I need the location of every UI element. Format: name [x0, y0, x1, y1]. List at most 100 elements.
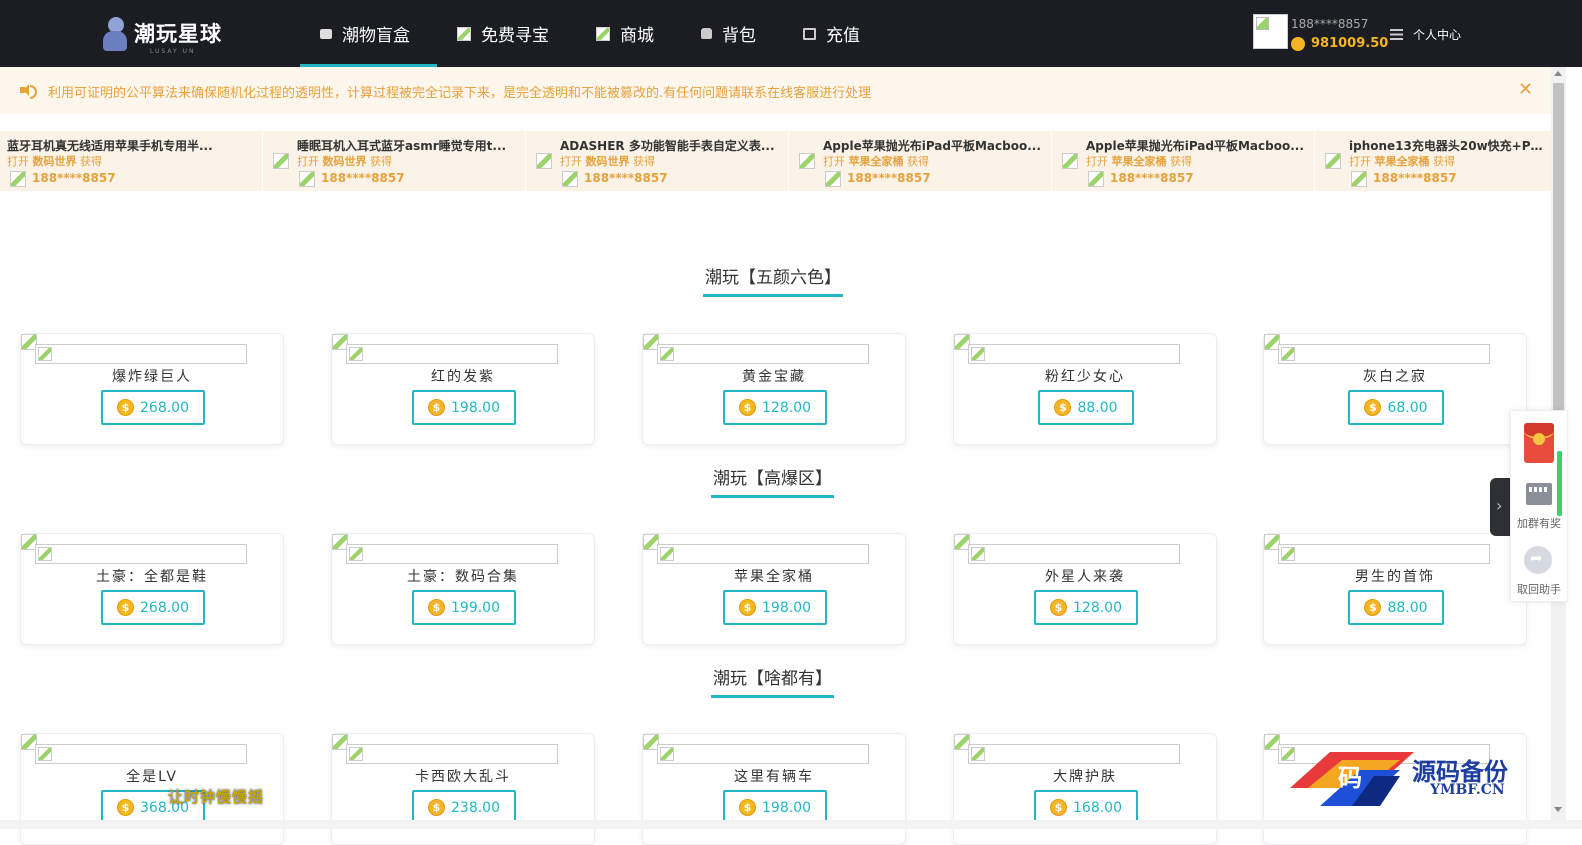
close-icon[interactable]: ✕ — [1518, 79, 1533, 100]
ticker-item[interactable]: iphone13充电器头20w快充+PD数... 打开 苹果全家桶 获得 188… — [1315, 131, 1555, 191]
ticker-action: 打开 数码世界 获得 — [297, 155, 392, 168]
box-card[interactable]: 粉红少女心 $88.00 — [953, 333, 1217, 445]
avatar[interactable] — [1253, 14, 1288, 49]
coin-icon: $ — [428, 599, 445, 616]
box-card[interactable]: 黄金宝藏 $128.00 — [642, 333, 906, 445]
ticker-prize: Apple苹果抛光布iPad平板Macboo... — [823, 139, 1041, 153]
image-icon — [457, 26, 471, 41]
scroll-down-arrow-icon[interactable] — [1554, 807, 1562, 812]
nav-blind-box[interactable]: 潮物盲盒 — [300, 0, 437, 67]
user-center-link[interactable]: 个人中心 — [1390, 26, 1461, 43]
open-box-button[interactable]: $128.00 — [1034, 590, 1138, 625]
user-center-label: 个人中心 — [1413, 28, 1462, 42]
broken-image-icon — [299, 171, 315, 187]
open-box-button[interactable]: $128.00 — [723, 390, 827, 425]
main-nav: 潮物盲盒 免费寻宝 商城 背包 充值 — [300, 0, 887, 67]
open-box-button[interactable]: $88.00 — [1038, 390, 1134, 425]
ticker-item[interactable]: 蓝牙耳机真无线适用苹果手机专用半... 打开 数码世界 获得 188****88… — [0, 131, 263, 191]
broken-image-icon — [825, 171, 841, 187]
broken-image-icon — [536, 153, 552, 169]
open-box-button[interactable]: $198.00 — [412, 390, 516, 425]
coin-icon: $ — [117, 399, 134, 416]
scroll-up-arrow-icon[interactable] — [1554, 71, 1562, 76]
coin-icon: $ — [739, 599, 756, 616]
open-box-button[interactable]: $198.00 — [723, 590, 827, 625]
site-logo[interactable]: 潮玩星球 LUSAY UN — [100, 12, 222, 55]
bottom-edge — [0, 820, 1582, 829]
astronaut-logo-icon — [100, 15, 130, 51]
nav-label: 充值 — [826, 26, 860, 46]
watermark-glyph: 码 — [1338, 763, 1362, 792]
coin-icon: $ — [1050, 799, 1067, 816]
ticker-item[interactable]: Apple苹果抛光布iPad平板Macboo... 打开 苹果全家桶 获得 18… — [789, 131, 1052, 191]
box-name: 粉红少女心 — [1045, 369, 1125, 385]
broken-image-icon — [1325, 153, 1341, 169]
box-name: 爆炸绿巨人 — [112, 369, 192, 385]
ticker-action: 打开 苹果全家桶 获得 — [823, 155, 929, 168]
store-icon[interactable] — [1526, 483, 1552, 505]
box-name: 这里有辆车 — [734, 769, 814, 785]
box-price: 198.00 — [451, 399, 500, 416]
user-phone: 188****8857 — [1291, 17, 1369, 31]
ticker-item[interactable]: Apple苹果抛光布iPad平板Macboo... 打开 苹果全家桶 获得 18… — [1052, 131, 1315, 191]
ticker-item[interactable]: ADASHER 多功能智能手表自定义表... 打开 数码世界 获得 188***… — [526, 131, 789, 191]
ticker-item[interactable]: 睡眠耳机入耳式蓝牙asmr睡觉专用t... 打开 数码世界 获得 188****… — [263, 131, 526, 191]
nav-mall[interactable]: 商城 — [576, 0, 681, 67]
box-card[interactable]: 红的发紫 $198.00 — [331, 333, 595, 445]
coin-icon: $ — [117, 799, 134, 816]
open-box-button[interactable]: $268.00 — [101, 590, 205, 625]
box-card[interactable]: 男生的首饰 $88.00 — [1263, 533, 1527, 645]
ticker-prize: 蓝牙耳机真无线适用苹果手机专用半... — [7, 139, 213, 153]
nav-backpack[interactable]: 背包 — [681, 0, 783, 67]
box-card[interactable]: 苹果全家桶 $198.00 — [642, 533, 906, 645]
nav-recharge[interactable]: 充值 — [783, 0, 887, 67]
box-price: 268.00 — [140, 599, 189, 616]
open-box-button[interactable]: $199.00 — [412, 590, 516, 625]
coin-icon: $ — [1050, 599, 1067, 616]
nav-label: 背包 — [722, 26, 756, 46]
broken-image-icon — [1351, 171, 1367, 187]
ticker-action: 打开 数码世界 获得 — [7, 155, 102, 168]
join-group-label[interactable]: 加群有奖 — [1511, 515, 1567, 531]
box-price: 128.00 — [762, 399, 811, 416]
box-icon — [320, 28, 332, 39]
box-name: 外星人来袭 — [1045, 569, 1125, 585]
open-box-button[interactable]: $68.00 — [1348, 390, 1444, 425]
ticker-user: 188****8857 — [847, 171, 931, 185]
box-card[interactable]: 外星人来袭 $128.00 — [953, 533, 1217, 645]
speaker-icon — [20, 83, 37, 99]
box-cover-image — [35, 544, 247, 564]
box-cover-image — [657, 744, 869, 764]
winners-ticker: 蓝牙耳机真无线适用苹果手机专用半... 打开 数码世界 获得 188****88… — [0, 131, 1551, 191]
ticker-user: 188****8857 — [32, 171, 116, 185]
nav-free-treasure[interactable]: 免费寻宝 — [437, 0, 576, 67]
box-price: 198.00 — [762, 799, 811, 816]
box-cover-image — [346, 344, 558, 364]
box-card[interactable]: 土豪：全都是鞋 $268.00 — [20, 533, 284, 645]
coin-icon: $ — [739, 399, 756, 416]
box-card[interactable]: 爆炸绿巨人 $268.00 — [20, 333, 284, 445]
box-name: 全是LV — [126, 769, 178, 785]
section-title: 潮玩【五颜六色】 — [703, 263, 843, 297]
open-box-button[interactable]: $88.00 — [1348, 590, 1444, 625]
red-envelope-icon[interactable] — [1524, 423, 1554, 463]
side-panel-toggle[interactable] — [1490, 478, 1510, 536]
box-price: 128.00 — [1073, 599, 1122, 616]
box-price: 198.00 — [762, 599, 811, 616]
coin-icon: $ — [739, 799, 756, 816]
broken-image-icon — [10, 171, 26, 187]
side-scroll-indicator — [1557, 451, 1562, 516]
share-icon[interactable] — [1524, 546, 1552, 574]
nav-label: 商城 — [620, 26, 654, 46]
box-card[interactable]: 灰白之寂 $68.00 — [1263, 333, 1527, 445]
image-icon — [596, 26, 610, 41]
retrieve-helper-label[interactable]: 取回助手 — [1511, 581, 1567, 597]
coin-icon: $ — [1054, 399, 1072, 416]
open-box-button[interactable]: $268.00 — [101, 390, 205, 425]
user-balance: 981009.50 — [1311, 36, 1389, 51]
box-cover-image — [657, 544, 869, 564]
box-card[interactable]: 土豪：数码合集 $199.00 — [331, 533, 595, 645]
coin-icon: $ — [428, 799, 445, 816]
ticker-user: 188****8857 — [321, 171, 405, 185]
box-cover-image — [1278, 344, 1490, 364]
